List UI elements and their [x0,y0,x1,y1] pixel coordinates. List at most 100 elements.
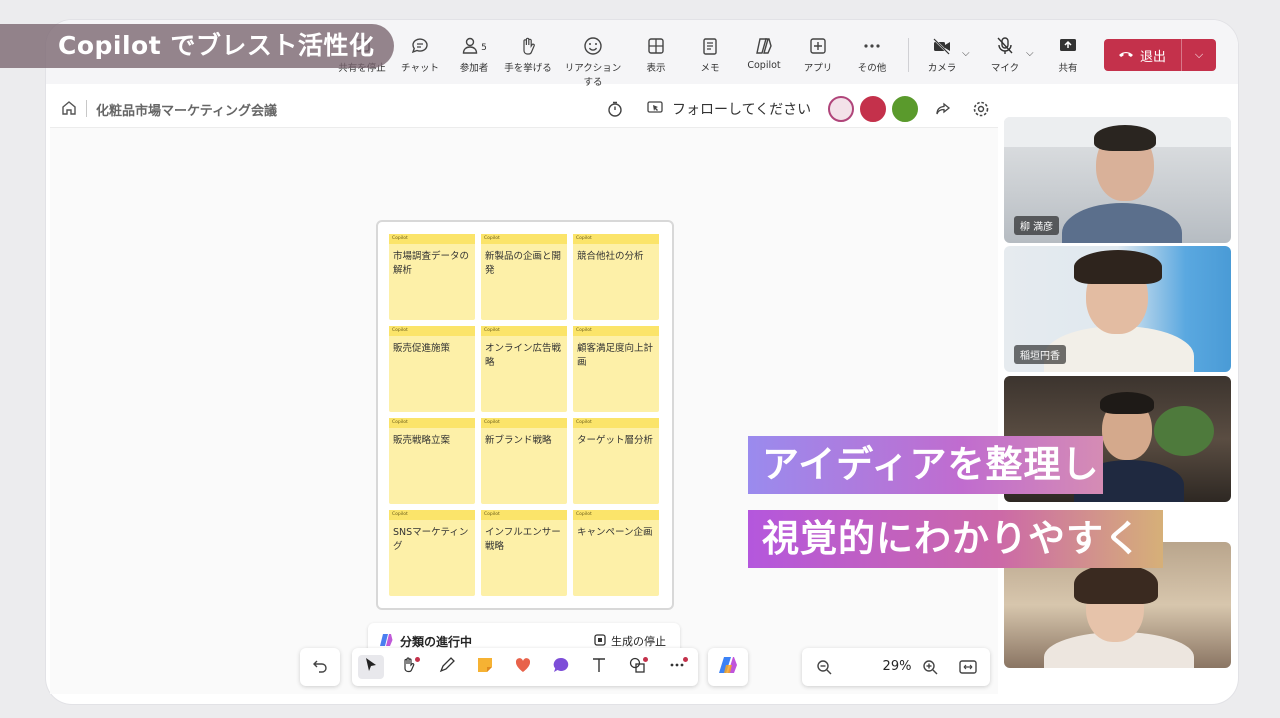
text-icon [590,656,608,678]
zoom-out-button[interactable] [814,657,834,677]
note-text: SNSマーケティング [393,527,469,552]
raise-hand-icon [498,36,558,58]
view-grid-icon [626,36,686,58]
stop-generating-button[interactable]: 生成の停止 [594,633,666,649]
chat-bubble-icon [552,656,570,678]
toolbar-notes[interactable]: メモ [680,36,740,74]
more-tools[interactable] [664,655,690,679]
hang-up-icon [1118,48,1134,63]
follow-me-button[interactable]: フォローしてください [646,96,811,122]
caption-line-1: アイディアを整理し [748,436,1103,494]
reaction-tool[interactable] [510,655,536,679]
toolbar-chat[interactable]: チャット [390,36,450,74]
toolbar-participants[interactable]: 5 参加者 [444,36,504,74]
zoom-in-button[interactable] [920,657,940,677]
participant-video-tile[interactable]: 柳 満彦 [1004,117,1231,243]
toolbar-label: 共有 [1058,63,1078,74]
copilot-button[interactable] [708,648,748,686]
sticky-note[interactable]: Copilot キャンペーン企画 [573,510,659,596]
person-hair [1074,250,1162,284]
toolbar-label: 表示 [646,63,666,74]
people-icon: 5 [444,36,504,58]
heart-icon [514,656,532,678]
zoom-in-icon [923,660,938,675]
fit-to-screen-button[interactable] [958,657,978,677]
pan-tool[interactable] [396,655,422,679]
select-tool[interactable] [358,655,384,679]
toolbar-label: 参加者 [459,63,489,74]
toolbar-share[interactable]: 共有 [1038,36,1098,74]
person-body [1062,203,1182,243]
sticky-note[interactable]: Copilot 販売戦略立案 [389,418,475,504]
toolbar-label: カメラ [927,63,957,74]
sticky-note-group[interactable]: Copilot 市場調査データの解析 Copilot 新製品の企画と開発 Copil… [376,220,674,610]
sticky-note[interactable]: Copilot 顧客満足度向上計画 [573,326,659,412]
toolbar-copilot[interactable]: Copilot [734,36,794,71]
note-text: オンライン広告戦略 [485,343,562,368]
stop-icon [594,633,606,649]
sticky-note-icon [476,656,494,678]
camera-options-chevron-icon[interactable]: ⌵ [962,48,970,59]
sticky-note[interactable]: Copilot 新ブランド戦略 [481,418,567,504]
note-text: 販売戦略立案 [393,435,451,446]
timer-icon[interactable] [606,96,624,122]
note-header: Copilot [389,234,475,244]
participant-count: 5 [481,43,487,53]
toolbar-divider [908,38,909,72]
sticky-note[interactable]: Copilot オンライン広告戦略 [481,326,567,412]
note-header: Copilot [481,326,567,336]
pen-tool[interactable] [434,655,460,679]
toolbar-label: チャット [401,63,439,74]
shapes-tool[interactable] [624,655,650,679]
note-header: Copilot [481,510,567,520]
note-text: 競合他社の分析 [577,251,644,262]
avatar[interactable] [860,96,886,122]
avatar[interactable] [828,96,854,122]
text-tool[interactable] [586,655,612,679]
note-header: Copilot [573,510,659,520]
participant-name: 稲垣円香 [1014,345,1066,364]
stop-label: 生成の停止 [611,635,666,648]
participant-video-tile[interactable]: 稲垣円香 [1004,246,1231,372]
sticky-note[interactable]: Copilot 市場調査データの解析 [389,234,475,320]
note-text: インフルエンサー戦略 [485,527,561,552]
notification-dot [683,657,688,662]
note-header: Copilot [389,510,475,520]
leave-button[interactable]: 退出 ⌵ [1104,39,1216,71]
toolbar-view[interactable]: 表示 [626,36,686,74]
sticky-note[interactable]: Copilot 新製品の企画と開発 [481,234,567,320]
copilot-icon [734,36,794,58]
settings-gear-icon[interactable] [972,96,990,122]
follow-icon [646,98,664,120]
participant-name: 柳 満彦 [1014,216,1060,235]
toolbar-raise-hand[interactable]: 手を挙げる [498,36,558,74]
mic-options-chevron-icon[interactable]: ⌵ [1026,48,1034,59]
caption-line-2: 視覚的にわかりやすく [748,510,1163,568]
avatar[interactable] [892,96,918,122]
pen-icon [438,656,456,678]
leave-options-chevron-icon[interactable]: ⌵ [1182,48,1216,62]
sticky-note[interactable]: Copilot ターゲット層分析 [573,418,659,504]
sticky-note[interactable]: Copilot 競合他社の分析 [573,234,659,320]
sticky-note[interactable]: Copilot インフルエンサー戦略 [481,510,567,596]
toolbar-more[interactable]: その他 [842,36,902,74]
leave-label: 退出 [1140,49,1167,65]
person-hair [1100,392,1154,414]
undo-button[interactable] [300,648,340,686]
note-header: Copilot [481,234,567,244]
chat-bubble-tool[interactable] [548,655,574,679]
zoom-controls: 29% [802,648,990,686]
toolbar-apps[interactable]: アプリ [788,36,848,74]
toolbar-label: アプリ [803,63,833,74]
sticky-note[interactable]: Copilot 販売促進施策 [389,326,475,412]
toolbar-react[interactable]: リアクションする [562,36,624,88]
note-text: 新製品の企画と開発 [485,251,562,276]
share-link-icon[interactable] [934,96,952,122]
sticky-note-tool[interactable] [472,655,498,679]
copilot-icon [717,654,739,680]
follow-label: フォローしてください [672,102,812,118]
note-text: キャンペーン企画 [577,527,653,538]
sticky-note[interactable]: Copilot SNSマーケティング [389,510,475,596]
toolbar-label: 手を挙げる [504,63,552,74]
home-icon[interactable] [60,99,78,117]
